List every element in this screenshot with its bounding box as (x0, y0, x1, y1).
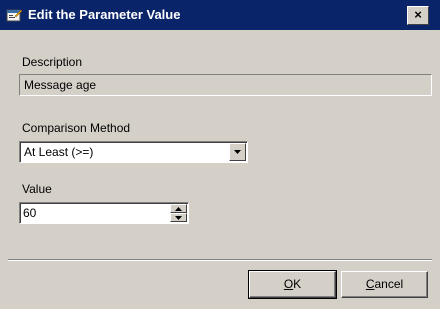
spin-down-button[interactable] (170, 213, 187, 222)
dialog-title: Edit the Parameter Value (28, 7, 181, 22)
close-icon: × (414, 7, 422, 22)
comparison-method-label: Comparison Method (22, 121, 131, 135)
cancel-button[interactable]: Cancel (341, 271, 428, 298)
ok-mnemonic: O (283, 277, 294, 291)
value-spinner[interactable] (19, 202, 189, 224)
spin-up-button[interactable] (170, 204, 187, 213)
cancel-label-rest: ancel (374, 277, 404, 291)
value-label: Value (22, 182, 52, 196)
description-field: Message age (19, 74, 432, 96)
spinner-buttons (170, 204, 187, 222)
ok-button[interactable]: OK (248, 270, 337, 299)
dialog-app-icon (6, 7, 23, 23)
arrow-up-icon (175, 207, 182, 211)
ok-label-rest: K (293, 277, 302, 291)
dialog-window: Edit the Parameter Value × Description M… (0, 0, 440, 309)
close-button[interactable]: × (407, 6, 429, 25)
comparison-method-select[interactable]: At Least (>=) (19, 141, 248, 163)
title-bar[interactable]: Edit the Parameter Value × (0, 0, 440, 30)
chevron-down-icon (234, 150, 241, 154)
button-divider (8, 259, 432, 261)
dropdown-button[interactable] (229, 143, 246, 161)
comparison-method-value: At Least (>=) (24, 145, 94, 159)
arrow-down-icon (175, 216, 182, 220)
value-input[interactable] (23, 205, 163, 221)
description-value: Message age (24, 78, 97, 92)
description-label: Description (22, 55, 83, 69)
